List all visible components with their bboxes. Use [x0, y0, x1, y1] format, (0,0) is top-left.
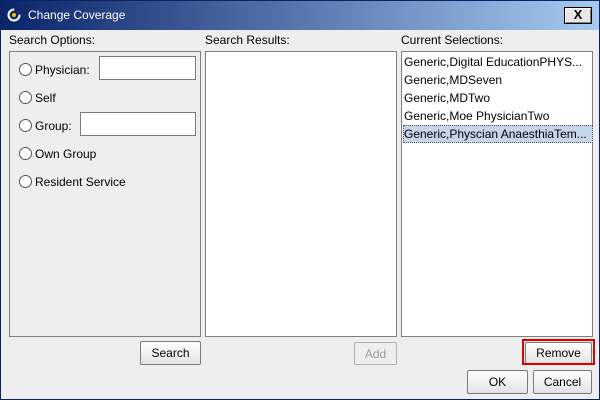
resident-service-label: Resident Service	[35, 175, 126, 189]
add-button[interactable]: Add	[354, 342, 397, 365]
group-label: Group:	[35, 119, 72, 133]
search-button[interactable]: Search	[140, 341, 201, 365]
own-group-label: Own Group	[35, 147, 97, 161]
physician-radio[interactable]	[19, 63, 32, 76]
app-icon	[7, 8, 21, 22]
ok-button[interactable]: OK	[467, 370, 528, 394]
search-options-label: Search Options:	[9, 33, 96, 47]
selection-item[interactable]: Generic,Digital EducationPHYS...	[403, 53, 593, 71]
title-bar[interactable]: Change Coverage X	[1, 1, 599, 30]
own-group-radio[interactable]	[19, 147, 32, 160]
selection-item-selected[interactable]: Generic,Physcian AnaesthiaTem...	[403, 125, 593, 143]
group-radio[interactable]	[19, 119, 32, 132]
change-coverage-dialog: Change Coverage X Search Options: Physic…	[0, 0, 600, 400]
resident-service-radio[interactable]	[19, 175, 32, 188]
search-results-label: Search Results:	[205, 33, 290, 47]
current-selections-list[interactable]: Generic,Digital EducationPHYS... Generic…	[401, 51, 593, 337]
cancel-button[interactable]: Cancel	[533, 370, 592, 394]
window-title: Change Coverage	[28, 8, 126, 22]
remove-button-highlight	[522, 339, 595, 365]
search-results-list[interactable]	[205, 51, 397, 337]
group-input[interactable]	[80, 112, 196, 136]
selection-item[interactable]: Generic,MDTwo	[403, 89, 593, 107]
self-label: Self	[35, 91, 56, 105]
selection-item[interactable]: Generic,MDSeven	[403, 71, 593, 89]
current-selections-label: Current Selections:	[401, 33, 504, 47]
self-radio[interactable]	[19, 91, 32, 104]
close-button[interactable]: X	[564, 7, 592, 24]
physician-label: Physician:	[35, 63, 90, 77]
search-options-panel: Physician: Self Group: Own Group Residen…	[9, 51, 201, 337]
selection-item[interactable]: Generic,Moe PhysicianTwo	[403, 107, 593, 125]
physician-input[interactable]	[99, 56, 196, 80]
